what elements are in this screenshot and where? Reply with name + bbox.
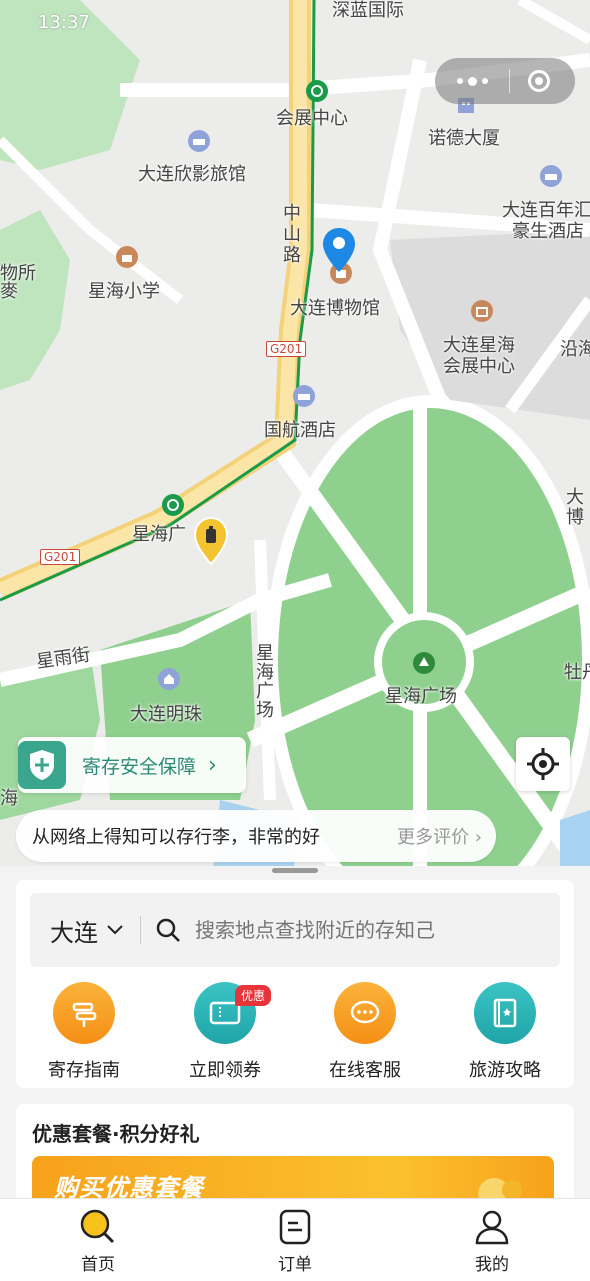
quick-action-travel-guide[interactable]: 旅游攻略 bbox=[445, 982, 565, 1082]
map-label: 星海广场 bbox=[385, 686, 457, 707]
quick-action-label: 在线客服 bbox=[329, 1060, 401, 1081]
map-label: 物所 麥 bbox=[0, 263, 36, 302]
promo-title: 优惠套餐·积分好礼 bbox=[32, 1122, 200, 1146]
hotel-icon[interactable] bbox=[188, 130, 210, 152]
expo-center-icon[interactable] bbox=[471, 300, 493, 322]
city-label: 大连 bbox=[50, 918, 98, 947]
safety-chip-label: 寄存安全保障 bbox=[82, 755, 197, 778]
status-time: 13:37 bbox=[38, 12, 90, 33]
more-options-icon[interactable] bbox=[457, 76, 497, 86]
review-bar[interactable]: 从网络上得知可以存行李，非常的好 更多评价 › bbox=[16, 810, 496, 862]
metro-station-icon[interactable] bbox=[306, 80, 328, 102]
map-label: 大连明珠 bbox=[130, 704, 202, 725]
residence-icon[interactable] bbox=[158, 668, 180, 690]
road-label: 中山路 bbox=[283, 203, 301, 266]
status-bar: 13:37 bbox=[0, 0, 590, 44]
tab-profile[interactable]: 我的 bbox=[432, 1208, 552, 1275]
search-divider bbox=[140, 916, 141, 944]
map-label: 大连欣影旅馆 bbox=[138, 164, 246, 185]
quick-action-support[interactable]: 在线客服 bbox=[305, 982, 425, 1082]
city-selector[interactable]: 大连 bbox=[50, 913, 124, 948]
hotel-icon[interactable] bbox=[293, 385, 315, 407]
luggage-storage-pin-icon[interactable] bbox=[193, 516, 229, 572]
order-icon bbox=[279, 1209, 311, 1245]
map-label: 诺德大厦 bbox=[428, 128, 500, 149]
map-label: 沿海 bbox=[560, 339, 590, 360]
miniprogram-capsule[interactable] bbox=[435, 58, 575, 104]
more-reviews-link[interactable]: 更多评价 › bbox=[397, 823, 482, 849]
park-icon[interactable] bbox=[413, 652, 435, 674]
map-label: 大连博物馆 bbox=[290, 298, 380, 319]
review-text: 从网络上得知可以存行李，非常的好 bbox=[32, 827, 320, 848]
quick-action-label: 立即领券 bbox=[189, 1060, 261, 1081]
map-label: 会展中心 bbox=[276, 108, 348, 129]
chevron-right-icon: › bbox=[208, 752, 217, 778]
shield-plus-icon bbox=[18, 741, 66, 789]
map-label: 豪生酒店 bbox=[512, 221, 584, 242]
road-label: 星海广场 bbox=[256, 643, 274, 721]
road-badge: G201 bbox=[266, 341, 307, 357]
profile-icon bbox=[475, 1210, 509, 1245]
location-pin-icon[interactable] bbox=[320, 226, 358, 280]
hotel-icon[interactable] bbox=[540, 165, 562, 187]
map-label: 星海广 bbox=[132, 524, 186, 545]
map-label: 海 bbox=[0, 788, 18, 809]
more-reviews-label: 更多评价 bbox=[397, 827, 470, 848]
quick-action-storage-guide[interactable]: 寄存指南 bbox=[24, 982, 144, 1082]
crosshair-icon bbox=[527, 748, 559, 780]
map-label: 牡丹 bbox=[564, 662, 590, 683]
tab-orders[interactable]: 订单 bbox=[235, 1208, 355, 1275]
sheet-drag-handle[interactable] bbox=[272, 868, 318, 873]
road-badge: G201 bbox=[40, 549, 81, 565]
tab-home[interactable]: 首页 bbox=[38, 1208, 158, 1275]
chat-icon bbox=[334, 982, 396, 1044]
tab-label: 我的 bbox=[475, 1255, 509, 1275]
home-search-icon bbox=[80, 1209, 115, 1244]
map-label: 会展中心 bbox=[443, 356, 515, 377]
metro-station-icon[interactable] bbox=[162, 494, 184, 516]
map-label: 国航酒店 bbox=[264, 420, 336, 441]
close-miniprogram-icon[interactable] bbox=[528, 70, 550, 92]
capsule-divider bbox=[509, 69, 510, 93]
locate-me-button[interactable] bbox=[516, 737, 570, 791]
tab-label: 首页 bbox=[81, 1255, 115, 1275]
search-input[interactable] bbox=[193, 917, 497, 943]
signpost-icon bbox=[53, 982, 115, 1044]
tab-label: 订单 bbox=[278, 1255, 312, 1275]
school-icon[interactable] bbox=[116, 246, 138, 268]
search-icon bbox=[156, 918, 180, 942]
quick-action-label: 旅游攻略 bbox=[469, 1060, 541, 1081]
map-label: 星海小学 bbox=[88, 281, 160, 302]
guidebook-icon bbox=[474, 982, 536, 1044]
search-row: 大连 bbox=[30, 893, 560, 967]
safety-guarantee-chip[interactable]: 寄存安全保障 › bbox=[18, 737, 246, 793]
map-label: 大 博 bbox=[566, 487, 584, 528]
chevron-down-icon bbox=[107, 925, 123, 935]
discount-badge: 优惠 bbox=[235, 985, 272, 1006]
quick-action-label: 寄存指南 bbox=[48, 1060, 120, 1081]
